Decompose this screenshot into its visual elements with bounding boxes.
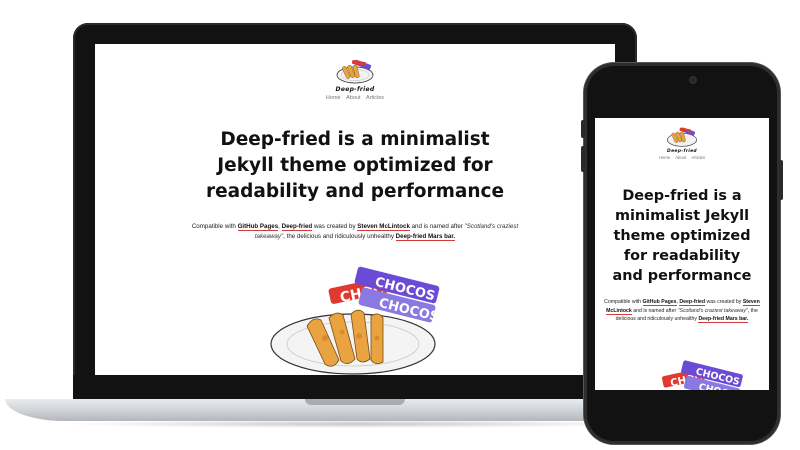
- laptop-screen: Deep-fried Home About Articles Deep-frie…: [95, 44, 615, 375]
- deep-fried-link[interactable]: Deep-fried: [281, 223, 313, 231]
- page-headline: Deep-fried is a minimalist Jekyll theme …: [205, 129, 505, 202]
- nav-home[interactable]: Home: [326, 95, 341, 101]
- page-headline: Deep-fried is a minimalist Jekyll theme …: [612, 188, 752, 284]
- intro-text-3: was created by: [312, 223, 358, 230]
- intro-paragraph: Compatible with GitHub Pages, Deep-fried…: [595, 298, 769, 324]
- github-pages-link[interactable]: GitHub Pages: [642, 299, 677, 306]
- intro-text-5: , the delicious and ridiculously unhealt…: [283, 233, 396, 240]
- site-title[interactable]: Deep-fried: [95, 86, 615, 93]
- hero-fried-chocos-icon: CHOCOS CHOCOS CHOCOS: [270, 266, 440, 375]
- phone-screen: Deep-fried Home About Articles Deep-frie…: [595, 118, 769, 390]
- site-logo-icon[interactable]: [665, 126, 699, 148]
- nav-home[interactable]: Home: [659, 155, 670, 160]
- mars-bar-link[interactable]: Deep-fried Mars bar.: [698, 316, 749, 323]
- hero-fried-chocos-icon: CHOCOS CHOCOS CHOCOS: [661, 360, 744, 390]
- site-title[interactable]: Deep-fried: [595, 149, 769, 154]
- site-page-mobile: Deep-fried Home About Articles Deep-frie…: [595, 118, 769, 390]
- nav-about[interactable]: About: [346, 95, 360, 101]
- author-link[interactable]: Steven McLintock: [357, 223, 410, 231]
- phone-side-button-right: [779, 160, 783, 200]
- deep-fried-link[interactable]: Deep-fried: [679, 299, 706, 306]
- laptop-bezel-bottom: [73, 375, 637, 400]
- intro-text-3: was created by: [705, 299, 743, 305]
- phone-side-button-left-1: [581, 120, 585, 138]
- intro-paragraph: Compatible with GitHub Pages, Deep-fried…: [95, 222, 615, 242]
- site-nav: Home About Articles: [595, 155, 769, 160]
- intro-text-4: and is named after: [631, 307, 678, 314]
- nav-articles[interactable]: Articles: [366, 95, 384, 101]
- site-page-desktop: Deep-fried Home About Articles Deep-frie…: [95, 44, 615, 375]
- laptop-opening-notch: [305, 399, 405, 405]
- intro-text-4: and is named after: [409, 223, 465, 230]
- laptop-shadow: [60, 420, 650, 428]
- intro-text-1: Compatible with: [191, 223, 238, 230]
- site-nav: Home About Articles: [95, 95, 615, 101]
- site-logo-icon[interactable]: [334, 58, 376, 85]
- intro-text-1: Compatible with: [604, 299, 643, 305]
- phone-side-button-left-2: [581, 146, 585, 172]
- phone-camera-icon: [690, 77, 696, 83]
- nav-articles[interactable]: Articles: [691, 155, 705, 160]
- mars-bar-link[interactable]: Deep-fried Mars bar.: [395, 233, 456, 241]
- github-pages-link[interactable]: GitHub Pages: [237, 223, 279, 231]
- scotland-quote: "Scotland's craziest takeaway": [677, 307, 748, 314]
- nav-about[interactable]: About: [675, 155, 686, 160]
